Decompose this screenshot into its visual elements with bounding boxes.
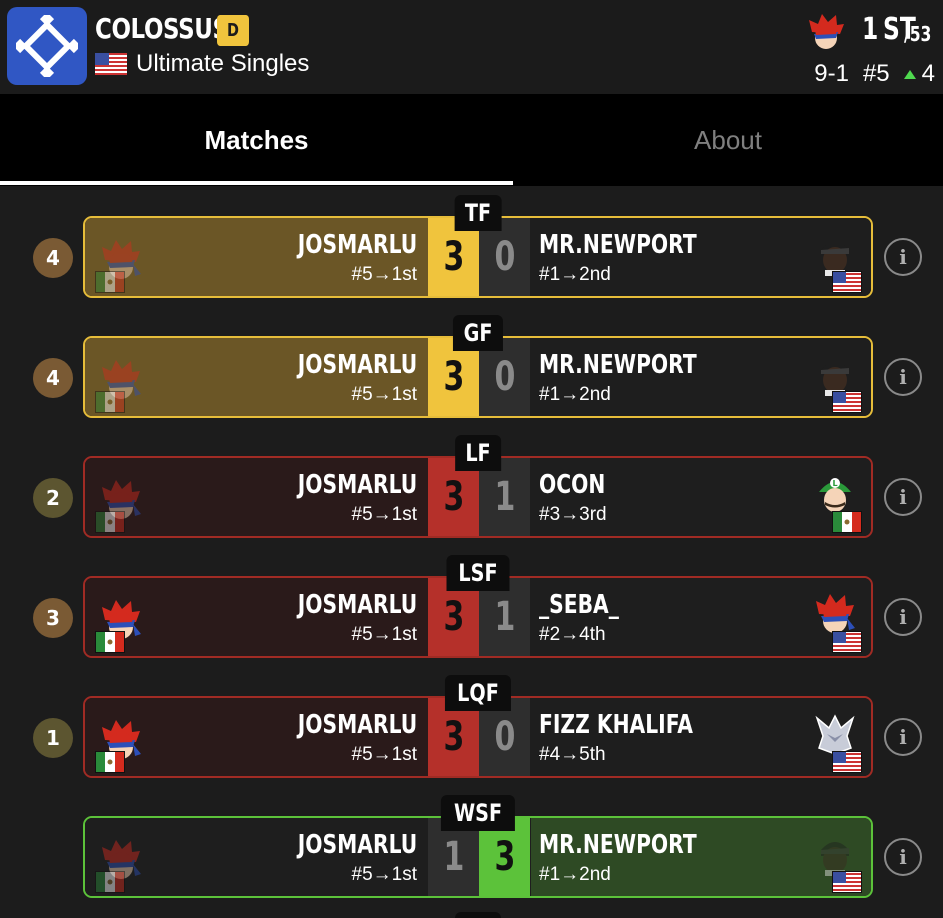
entrant-count: /53 — [904, 22, 932, 46]
player1-seed: #5→1st — [351, 744, 417, 765]
player2-seed: #2→4th — [539, 624, 606, 645]
mexico-flag-icon — [831, 510, 863, 536]
info-icon[interactable]: i — [884, 358, 922, 396]
terry-icon — [813, 832, 857, 876]
round-label-text: LSF — [458, 559, 498, 587]
games-count-badge: 2 — [33, 478, 73, 518]
record: 9-1 — [814, 60, 849, 87]
us-flag-icon — [831, 750, 863, 776]
info-glyph: i — [899, 245, 907, 269]
seed-delta-value: 4 — [921, 60, 935, 87]
round-label: LF — [455, 435, 501, 471]
wolf-icon — [813, 712, 857, 756]
match-row: 3 LSF 3 1 JOSMARLU #5→1st _SEBA_ #2→4th … — [0, 555, 943, 675]
info-icon[interactable]: i — [884, 238, 922, 276]
info-icon[interactable]: i — [884, 718, 922, 756]
games-count-badge: 4 — [33, 358, 73, 398]
player1-name[interactable]: JOSMARLU — [297, 710, 417, 740]
games-count-badge: 3 — [33, 598, 73, 638]
event-header: COLOSSUS D Ultimate Singles 1 ST /53 9-1… — [0, 0, 943, 94]
player1-seed: #5→1st — [351, 264, 417, 285]
games-count-badge: 4 — [33, 238, 73, 278]
final-placement: 1 ST /53 — [862, 12, 931, 47]
info-glyph: i — [899, 605, 907, 629]
stats-row: 9-1 #5 4 — [814, 60, 935, 88]
terry-icon — [813, 232, 857, 276]
us-flag-icon — [831, 870, 863, 896]
seed-delta: 4 — [903, 60, 935, 88]
round-label: GF — [452, 315, 504, 351]
mexico-flag-icon — [94, 870, 126, 896]
mexico-flag-icon — [94, 510, 126, 536]
round-label-text: LF — [465, 439, 491, 467]
info-icon[interactable]: i — [884, 838, 922, 876]
info-glyph: i — [899, 845, 907, 869]
player2-seed: #1→2nd — [539, 864, 611, 885]
player2-name[interactable]: _SEBA_ — [539, 590, 619, 620]
round-label-text: TF — [464, 199, 492, 227]
us-flag-icon — [831, 630, 863, 656]
mexico-flag-icon — [94, 630, 126, 656]
round-label: WSF — [440, 795, 516, 831]
roy-icon — [806, 12, 846, 52]
roy-icon — [813, 592, 857, 636]
player1-name[interactable]: JOSMARLU — [297, 470, 417, 500]
round-label: LSF — [446, 555, 510, 591]
match-row: 1 LQF 3 0 JOSMARLU #5→1st FIZZ KHALIFA #… — [0, 675, 943, 795]
event-title: COLOSSUS — [95, 12, 229, 45]
player1-name[interactable]: JOSMARLU — [297, 230, 417, 260]
info-icon[interactable]: i — [884, 478, 922, 516]
player2-name[interactable]: MR.NEWPORT — [539, 350, 697, 380]
player2-seed: #1→2nd — [539, 384, 611, 405]
us-flag-icon — [831, 270, 863, 296]
svg-text:L: L — [833, 479, 838, 488]
terry-icon — [813, 352, 857, 396]
us-flag-icon — [95, 53, 127, 79]
tournament-logo — [7, 7, 87, 85]
player2-name[interactable]: OCON — [539, 470, 605, 500]
info-glyph: i — [899, 725, 907, 749]
match-row: 4 GF 3 0 JOSMARLU #5→1st MR.NEWPORT #1→2… — [0, 315, 943, 435]
player1-seed: #5→1st — [351, 504, 417, 525]
seed: #5 — [862, 60, 890, 87]
us-flag-icon — [831, 390, 863, 416]
games-count-badge: 1 — [33, 718, 73, 758]
info-glyph: i — [899, 485, 907, 509]
tab-about[interactable]: About — [513, 94, 943, 186]
game-name: Ultimate Singles — [136, 50, 310, 77]
mexico-flag-icon — [94, 750, 126, 776]
luigi-icon: L — [813, 472, 857, 516]
next-round-label — [455, 912, 501, 918]
player2-name[interactable]: MR.NEWPORT — [539, 230, 697, 260]
match-row: 4 TF 3 0 JOSMARLU #5→1st MR.NEWPORT #1→2… — [0, 195, 943, 315]
player2-seed: #1→2nd — [539, 264, 611, 285]
round-label-text: LQF — [457, 679, 499, 707]
player2-name[interactable]: MR.NEWPORT — [539, 830, 697, 860]
player1-name[interactable]: JOSMARLU — [297, 590, 417, 620]
tier-badge: D — [217, 15, 249, 46]
mexico-flag-icon — [94, 390, 126, 416]
up-arrow-icon — [903, 69, 916, 79]
match-row: 2 LF 3 1 JOSMARLU #5→1st OCON #3→3rd L i — [0, 435, 943, 555]
player1-seed: #5→1st — [351, 624, 417, 645]
tab-matches[interactable]: Matches — [0, 94, 513, 186]
player2-name[interactable]: FIZZ KHALIFA — [539, 710, 693, 740]
round-label-text: GF — [463, 319, 493, 347]
player1-name[interactable]: JOSMARLU — [297, 350, 417, 380]
mexico-flag-icon — [94, 270, 126, 296]
placement-number: 1 — [862, 12, 879, 47]
info-icon[interactable]: i — [884, 598, 922, 636]
player1-seed: #5→1st — [351, 384, 417, 405]
info-glyph: i — [899, 365, 907, 389]
round-label: TF — [454, 195, 502, 231]
tab-bar: Matches About — [0, 94, 943, 186]
player1-seed: #5→1st — [351, 864, 417, 885]
match-row: WSF 1 3 JOSMARLU #5→1st MR.NEWPORT #1→2n… — [0, 795, 943, 915]
round-label-text: WSF — [453, 799, 503, 827]
player2-seed: #3→3rd — [539, 504, 607, 525]
round-label: LQF — [444, 675, 512, 711]
player1-name[interactable]: JOSMARLU — [297, 830, 417, 860]
player2-seed: #4→5th — [539, 744, 606, 765]
active-tab-indicator — [0, 181, 513, 185]
